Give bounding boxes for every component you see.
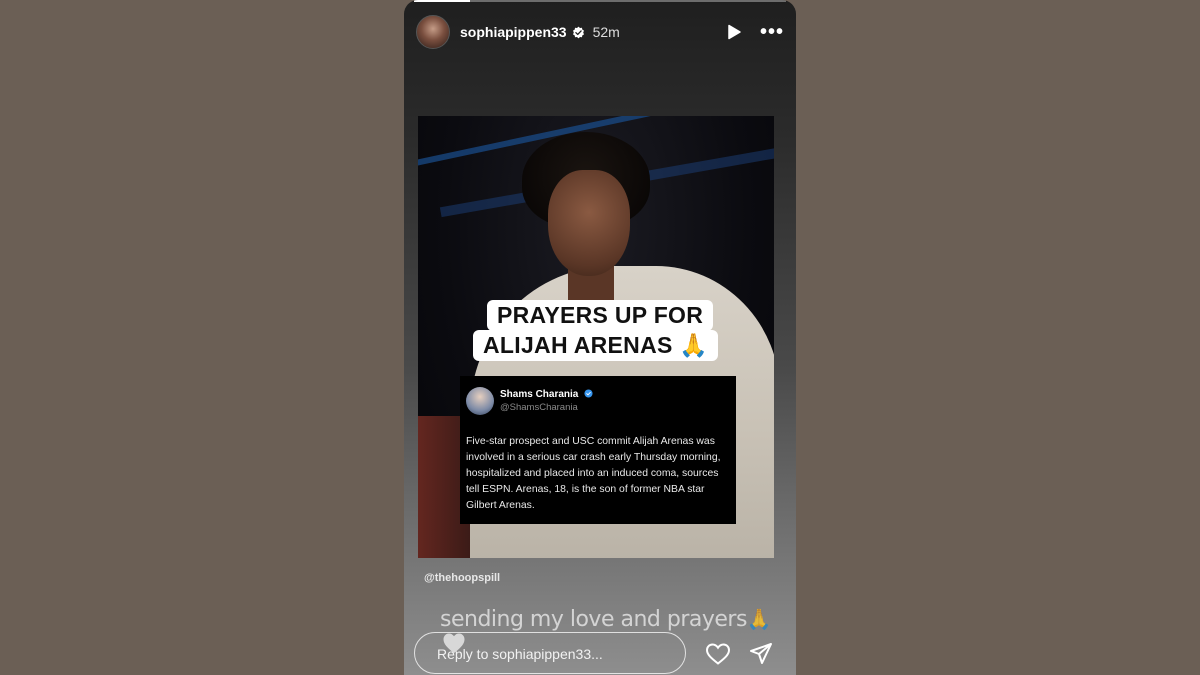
headline-line-1: PRAYERS UP FOR	[487, 300, 714, 331]
story-header: sophiapippen33 52m •••	[416, 14, 784, 50]
heart-icon[interactable]	[705, 642, 731, 666]
tweet-handle: @ShamsCharania	[500, 402, 578, 413]
more-icon[interactable]: •••	[760, 22, 784, 42]
story-viewer: sophiapippen33 52m ••• PRAYERS UP FOR AL…	[404, 0, 796, 675]
avatar[interactable]	[416, 15, 450, 49]
tweet-avatar	[466, 387, 494, 415]
reply-placeholder: Reply to sophiapippen33...	[437, 646, 603, 662]
praying-hands-icon: 🙏	[679, 332, 709, 358]
embedded-tweet: Shams Charania @ShamsCharania Five-star …	[460, 376, 736, 524]
tweet-text: Five-star prospect and USC commit Alijah…	[466, 436, 721, 511]
caption-text: sending my love and prayers	[440, 607, 747, 632]
tweet-author: Shams Charania	[500, 389, 593, 400]
send-icon[interactable]	[748, 641, 774, 667]
reply-input[interactable]: Reply to sophiapippen33...	[414, 632, 686, 674]
story-progress-fill	[414, 0, 470, 2]
headline-text: PRAYERS UP FOR	[497, 302, 704, 328]
praying-hands-icon: 🙏	[746, 607, 772, 631]
headline-text: ALIJAH ARENAS	[483, 332, 673, 358]
mention-tag[interactable]: @thehoopspill	[424, 572, 500, 584]
story-progress-bar	[414, 0, 786, 2]
verified-badge-icon	[584, 389, 593, 398]
post-image: PRAYERS UP FOR ALIJAH ARENAS 🙏 Shams Cha…	[418, 116, 774, 558]
post-time: 52m	[592, 24, 620, 40]
headline-line-2: ALIJAH ARENAS 🙏	[473, 330, 719, 361]
username[interactable]: sophiapippen33	[460, 24, 567, 40]
tweet-author-name: Shams Charania	[500, 389, 579, 400]
person-face	[548, 170, 630, 276]
play-icon[interactable]	[726, 24, 742, 40]
verified-badge-icon	[572, 26, 584, 38]
